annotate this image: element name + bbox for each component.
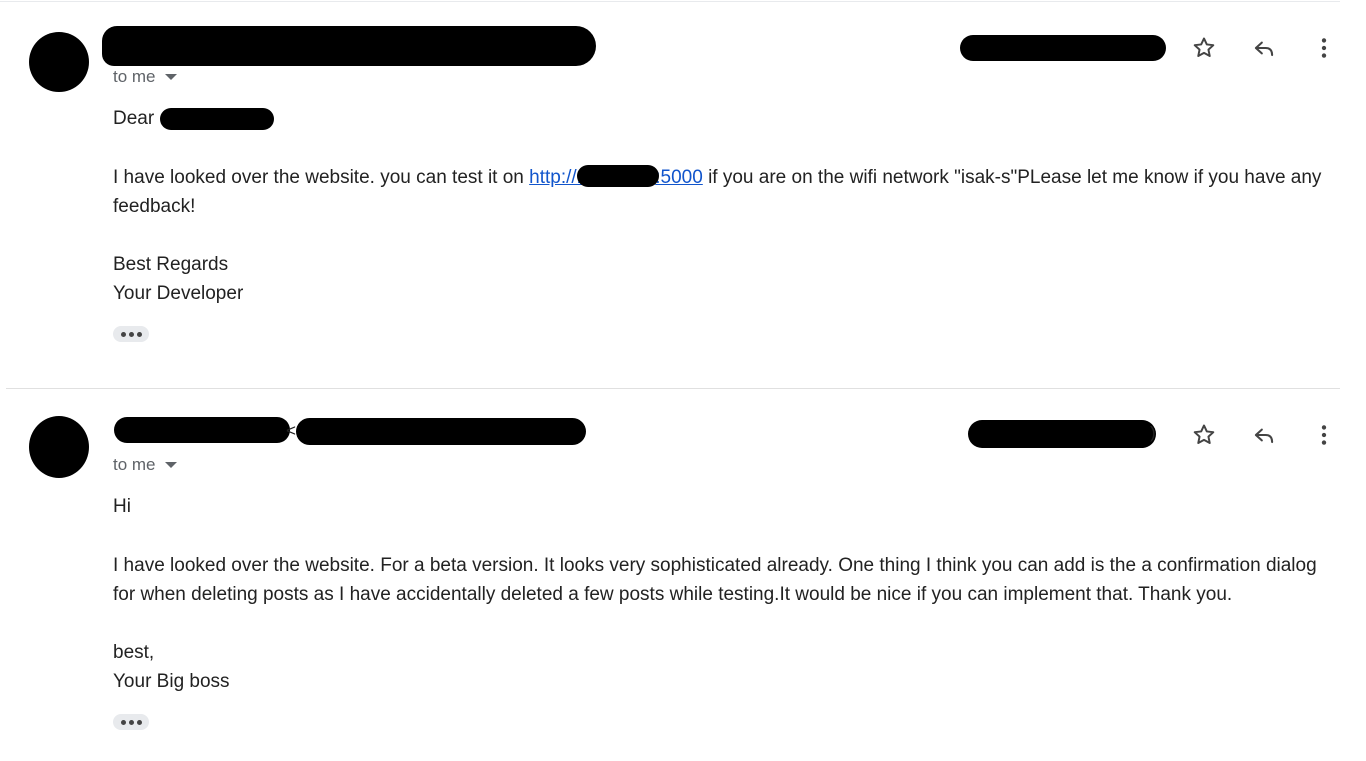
recipient-name-redaction xyxy=(160,108,274,130)
reply-button[interactable] xyxy=(1244,28,1284,68)
ellipsis-dot xyxy=(136,719,142,725)
reply-icon xyxy=(1254,428,1274,444)
date-fragment: ) xyxy=(1150,423,1156,442)
signoff: Best Regards xyxy=(113,254,229,275)
message-body: I have looked over the website. For a be… xyxy=(113,551,1343,609)
show-trimmed-content-button[interactable] xyxy=(113,326,149,342)
star-icon xyxy=(1193,424,1215,444)
sender-name-redaction xyxy=(102,26,596,66)
email-message: < ) to me Hi I have looked over the webs… xyxy=(0,388,1366,761)
chevron-down-icon xyxy=(164,74,177,80)
chevron-down-icon xyxy=(164,462,177,468)
signature-block: best, Your Big boss xyxy=(113,638,1343,696)
recipient-details-toggle[interactable]: to me xyxy=(113,455,177,475)
more-vertical-icon xyxy=(1321,38,1327,58)
signoff: best, xyxy=(113,642,155,663)
sender-name-redaction xyxy=(114,417,290,443)
sender-avatar[interactable] xyxy=(29,32,89,92)
star-icon xyxy=(1193,37,1215,57)
link-text-suffix: :5000 xyxy=(655,167,703,188)
ellipsis-dot xyxy=(128,331,134,337)
message-body: I have looked over the website. you can … xyxy=(113,163,1343,221)
greeting: Dear xyxy=(113,108,155,129)
test-url-link[interactable]: http://1:5000 xyxy=(529,165,703,188)
signature: Your Developer xyxy=(113,283,244,304)
ellipsis-dot xyxy=(136,331,142,337)
reply-button[interactable] xyxy=(1244,415,1284,455)
more-vertical-icon xyxy=(1321,425,1327,445)
ellipsis-icon xyxy=(120,719,126,725)
date-redaction xyxy=(960,35,1166,61)
recipient-details-toggle[interactable]: to me xyxy=(113,67,177,87)
star-button[interactable] xyxy=(1184,28,1224,68)
greeting: Hi xyxy=(113,496,131,517)
link-redaction xyxy=(577,165,660,187)
email-message: to me Dear I have looked over the websit… xyxy=(0,0,1366,388)
body-text-before-link: I have looked over the website. you can … xyxy=(113,167,530,188)
sender-email-bracket: < xyxy=(286,421,296,440)
more-options-button[interactable] xyxy=(1304,415,1344,455)
sender-email-redaction xyxy=(296,418,586,445)
date-redaction xyxy=(968,420,1156,448)
star-button[interactable] xyxy=(1184,415,1224,455)
body-text: I have looked over the website. For a be… xyxy=(113,555,1317,605)
recipient-label: to me xyxy=(113,67,156,86)
signature: Your Big boss xyxy=(113,671,230,692)
show-trimmed-content-button[interactable] xyxy=(113,714,149,730)
recipient-label: to me xyxy=(113,455,156,474)
sender-avatar[interactable] xyxy=(29,416,89,478)
ellipsis-dot xyxy=(128,719,134,725)
ellipsis-icon xyxy=(120,331,126,337)
more-options-button[interactable] xyxy=(1304,28,1344,68)
signature-block: Best Regards Your Developer xyxy=(113,250,1343,308)
reply-icon xyxy=(1254,41,1274,57)
